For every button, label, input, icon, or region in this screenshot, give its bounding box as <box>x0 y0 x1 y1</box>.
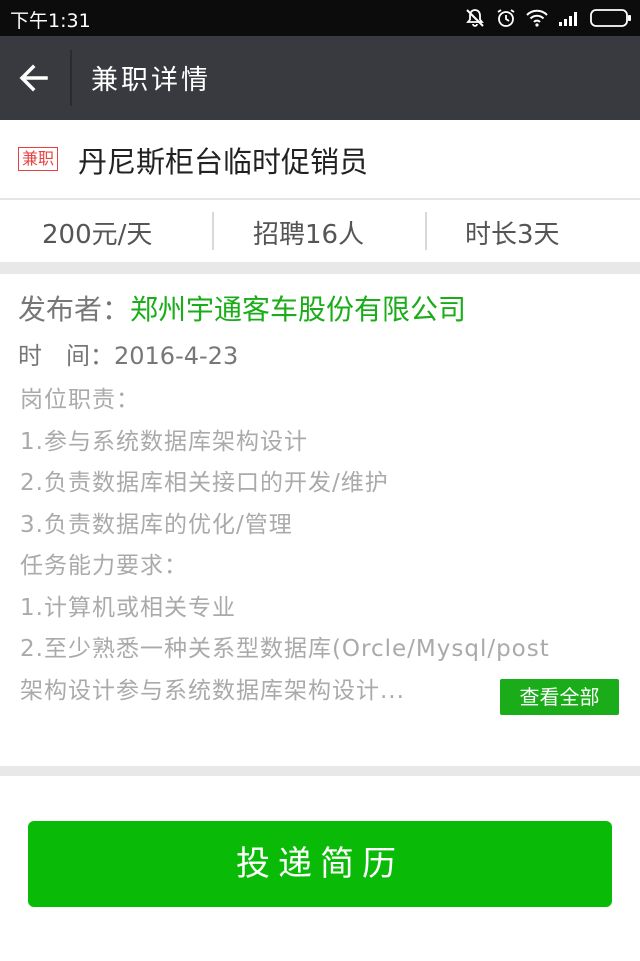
salary: 200元/天 <box>42 220 153 250</box>
description-line: 架构设计参与系统数据库架构设计... <box>20 677 405 704</box>
job-stats: 200元/天 招聘16人 时长3天 <box>0 200 640 262</box>
back-arrow-icon[interactable] <box>14 58 54 98</box>
stats-divider <box>425 212 427 250</box>
job-type-badge: 兼职 <box>18 147 59 171</box>
publish-date: 时 间：2016-4-23 <box>18 336 238 371</box>
signal-icon <box>559 12 577 26</box>
page-title: 兼职详情 <box>91 65 211 96</box>
stats-divider <box>212 212 214 250</box>
job-description: 岗位职责： 1.参与系统数据库架构设计 2.负责数据库相关接口的开发/维护 3.… <box>20 380 550 712</box>
battery-icon <box>590 9 631 27</box>
mute-icon <box>466 9 484 27</box>
view-all-button[interactable]: 查看全部 <box>500 679 619 715</box>
status-icons <box>464 7 632 29</box>
submit-resume-button[interactable]: 投递简历 <box>28 821 612 907</box>
description-line: 1.参与系统数据库架构设计 <box>20 428 308 455</box>
publisher-label: 发布者： <box>18 293 131 326</box>
job-title: 丹尼斯柜台临时促销员 <box>78 145 369 179</box>
wifi-icon <box>526 9 548 27</box>
alarm-icon <box>497 9 515 27</box>
publisher-company[interactable]: 郑州宇通客车股份有限公司 <box>130 293 466 326</box>
date-value: 2016-4-23 <box>114 342 239 370</box>
section-divider <box>0 766 640 776</box>
job-detail: 发布者：郑州宇通客车股份有限公司 时 间：2016-4-23 岗位职责： 1.参… <box>0 274 640 766</box>
description-line: 2.至少熟悉一种关系型数据库(Orcle/Mysql/post <box>20 636 550 662</box>
duration: 时长3天 <box>465 220 560 250</box>
description-line: 3.负责数据库的优化/管理 <box>20 511 293 538</box>
app-bar: 兼职详情 <box>0 36 640 120</box>
section-divider <box>0 262 640 274</box>
status-bar: 下午1:31 <box>0 0 640 36</box>
status-time: 下午1:31 <box>10 10 91 32</box>
description-line: 岗位职责： <box>20 387 140 413</box>
description-line: 1.计算机或相关专业 <box>20 594 236 621</box>
job-title-row: 兼职 丹尼斯柜台临时促销员 <box>0 120 640 200</box>
headcount: 招聘16人 <box>253 220 365 250</box>
app-bar-divider <box>70 50 72 106</box>
description-line: 任务能力要求： <box>20 553 188 579</box>
description-line: 2.负责数据库相关接口的开发/维护 <box>20 470 389 496</box>
date-label: 时 间： <box>18 342 114 370</box>
publisher: 发布者：郑州宇通客车股份有限公司 <box>18 288 466 328</box>
